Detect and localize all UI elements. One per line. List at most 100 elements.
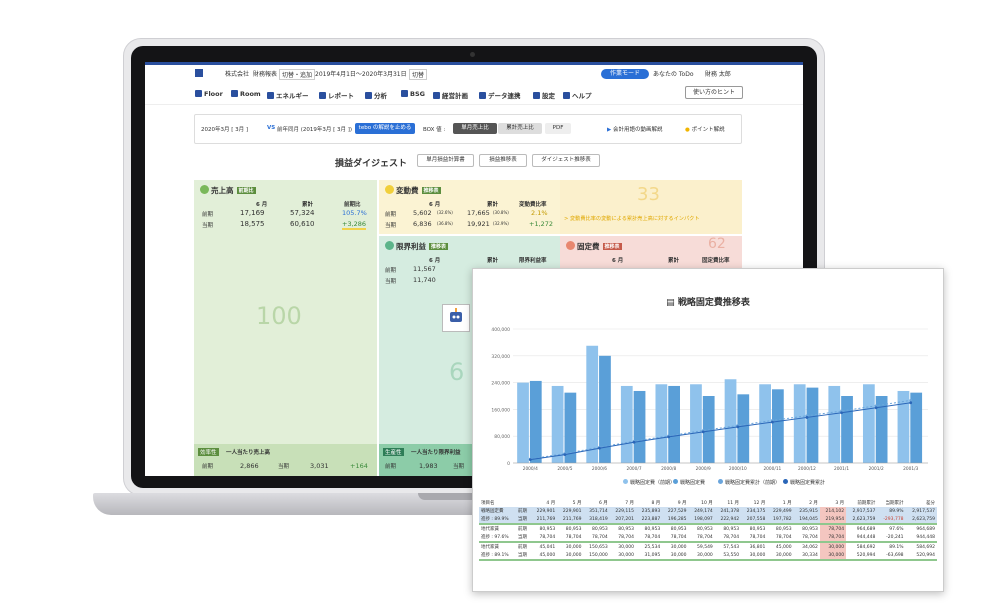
tebo-toggle-button[interactable]: tebo の解説を止める	[355, 123, 415, 134]
nav-energy[interactable]: エネルギー	[267, 90, 309, 100]
fixed-big-number: 62	[708, 236, 726, 252]
fixed-badge[interactable]: 推移表	[602, 243, 622, 250]
line-point	[770, 420, 774, 424]
table-cell: 198,097	[688, 515, 715, 525]
table-cell: 78,704	[609, 533, 636, 543]
table-cell: 30,334	[793, 551, 820, 561]
video-link[interactable]: ▶ 会計用語の動画解説	[607, 125, 663, 133]
table-cell: 219,954	[819, 515, 847, 525]
line-point	[701, 430, 705, 434]
nav-report[interactable]: レポート	[319, 90, 354, 100]
table-cell: 80,953	[565, 526, 582, 532]
table-cell: 30,000	[609, 551, 636, 561]
bar-curr	[771, 389, 784, 463]
x-tick-label: 2000/7	[626, 466, 641, 472]
bulb-icon: ●	[685, 127, 690, 133]
variable-prev-label: 前期	[385, 212, 397, 218]
bar-prev	[551, 385, 564, 463]
single-month-button[interactable]: 単月売上比	[453, 123, 497, 134]
topbar-switch-button[interactable]: 切替・追加	[279, 69, 316, 80]
sales-curr-ratio: +3,286	[342, 220, 367, 230]
margin-footer-title[interactable]: 一人当たり限界利益	[411, 448, 461, 456]
cumulative-button[interactable]: 累計売上比	[498, 123, 542, 134]
table-cell: 197,782	[767, 515, 794, 525]
table-cell: 944,448	[846, 533, 878, 543]
nav-help[interactable]: ヘルプ	[563, 90, 592, 100]
variable-curr-ratio: +1,272	[529, 220, 554, 228]
pdf-button[interactable]: PDF	[545, 123, 571, 134]
table-cell: 249,174	[688, 507, 715, 515]
variable-col-cum: 累計	[487, 202, 499, 208]
sales-footer-curr: 3,031	[310, 462, 329, 470]
play-icon: ▶	[607, 127, 612, 133]
sales-footer-title[interactable]: 一人当たり売上高	[226, 448, 270, 456]
tebo-robot-icon[interactable]	[442, 304, 470, 332]
fixed-cost-table: 項目名 4 月 5 月 6 月 7 月 8 月 9 月 10 月 11 月 12 月 1 月 2 月 3…	[479, 499, 937, 561]
table-cell: 584,692	[916, 544, 935, 550]
header-cell: 項目名	[481, 501, 495, 506]
margin-col-month: 6 月	[429, 258, 441, 264]
nav-floor[interactable]: Floor	[195, 90, 223, 98]
table-cell: 80,953	[618, 526, 634, 532]
table-row: 地代家賃 前期 45,041 30,000 150,653 30,000 25,534 30,…	[479, 542, 937, 551]
y-tick-label: 320,000	[491, 354, 510, 360]
user-menu[interactable]: 財務 太郎	[705, 69, 731, 78]
table-row: 戦略固定費 前期 229,901 229,901 351,714 229,115 235,8…	[479, 507, 937, 515]
nav-room[interactable]: Room	[231, 90, 261, 98]
margin-badge[interactable]: 推移表	[429, 243, 449, 250]
line-point	[598, 446, 601, 450]
nav-settings[interactable]: 設定	[533, 90, 555, 100]
sales-footer-diff: +164	[350, 462, 368, 470]
x-tick-label: 2001/3	[903, 466, 918, 472]
variable-curr-label: 当期	[385, 223, 397, 229]
tab-monthly-pl[interactable]: 単月損益計算書	[417, 154, 474, 167]
margin-dot-icon	[385, 241, 394, 250]
table-cell: 89.1%	[889, 544, 904, 550]
todo-link[interactable]: あなたの ToDo	[653, 69, 694, 78]
sales-badge[interactable]: 前期比	[236, 187, 256, 194]
tab-digest-trend[interactable]: ダイジェスト推移表	[532, 154, 600, 167]
table-cell: 89.9%	[877, 507, 906, 515]
variable-badge[interactable]: 推移表	[421, 187, 441, 194]
x-tick-label: 2000/12	[798, 466, 816, 472]
margin-header: 限界利益 推移表	[385, 241, 449, 252]
period-switch-button[interactable]: 切替	[409, 69, 428, 80]
x-tick-label: 2000/8	[661, 466, 676, 472]
sales-curr-cum: 60,610	[290, 220, 315, 228]
nav-bsg[interactable]: BSG	[401, 90, 425, 98]
sales-col-cum: 累計	[302, 202, 314, 208]
table-cell: 31,095	[636, 551, 663, 561]
table-cell: 57,543	[723, 544, 740, 550]
compare-period[interactable]: 前年同月 (2019年3月 [ 3月 ])	[277, 125, 352, 133]
header-cell: 4 月	[546, 501, 556, 506]
point-link[interactable]: ● ポイント解説	[685, 125, 725, 133]
sales-col-ratio: 前期比	[344, 202, 361, 208]
bar-curr	[806, 387, 819, 463]
table-cell: 223,887	[636, 515, 663, 525]
table-cell: 78,704	[714, 533, 742, 543]
sales-curr-month: 18,575	[240, 220, 265, 228]
tab-pl-trend[interactable]: 損益推移表	[479, 154, 527, 167]
nav-data[interactable]: データ連携	[479, 90, 521, 100]
margin-big-number: 6	[449, 358, 465, 386]
header-cell: 2 月	[809, 501, 818, 506]
x-tick-label: 2000/11	[763, 466, 781, 472]
nav-analysis[interactable]: 分析	[365, 90, 387, 100]
bar-prev	[793, 384, 806, 463]
margin-col-cum: 累計	[487, 258, 499, 264]
plan-icon	[433, 92, 440, 99]
hint-button[interactable]: 使い方のヒント	[685, 86, 743, 99]
nav-plan[interactable]: 経営計画	[433, 90, 468, 100]
table-row: 進捗 : 97.6% 当期 78,704 78,704 78,704 78,704 78,7…	[479, 533, 937, 543]
x-tick-label: 2000/4	[523, 466, 538, 472]
header-cell: 11 月	[727, 501, 740, 506]
variable-impact-link[interactable]: > 変動費比率の変動による累計売上高に対するインパクト	[564, 215, 700, 222]
margin-prev-label: 前期	[385, 268, 397, 274]
fiscal-period: 2019年4月1日〜2020年3月31日	[315, 71, 407, 78]
row-label: 戦略固定費	[479, 507, 516, 515]
table-cell: 30,000	[819, 542, 847, 551]
table-cell: 59,549	[697, 544, 713, 550]
mode-select[interactable]: 作業モード	[601, 69, 649, 79]
sales-dot-icon	[200, 185, 209, 194]
table-cell: 318,419	[583, 515, 610, 525]
